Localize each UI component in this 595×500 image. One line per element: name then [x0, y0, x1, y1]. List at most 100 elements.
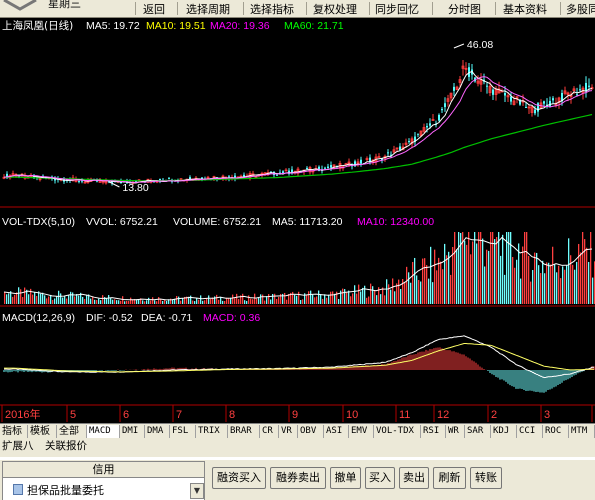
- tab-asi[interactable]: ASI: [324, 425, 349, 438]
- volume-bar: [482, 238, 484, 304]
- menu-select-period[interactable]: 选择周期: [186, 1, 230, 17]
- volume-bar: [458, 232, 460, 304]
- low-price-label: 13.80: [122, 182, 148, 194]
- tab-cr[interactable]: CR: [260, 425, 279, 438]
- volume-ma-line: [3, 236, 593, 301]
- transfer-button[interactable]: 转账: [470, 467, 502, 489]
- volume-bar: [192, 300, 194, 304]
- candle-body: [6, 173, 8, 177]
- volume-bar: [358, 284, 360, 304]
- menu-intraday[interactable]: 分时图: [448, 1, 481, 17]
- volume-bar: [422, 258, 424, 304]
- time-tick-label: 12: [437, 409, 449, 421]
- volume-bar: [6, 294, 8, 304]
- volume-bar: [202, 300, 204, 304]
- cancel-order-button[interactable]: 撤单: [330, 467, 361, 489]
- volume-bar: [102, 295, 104, 304]
- volume-bar: [44, 295, 46, 304]
- volume-bar: [440, 261, 442, 304]
- macd-panel-title: MACD(12,26,9): [2, 312, 75, 324]
- menu-price-adjust[interactable]: 复权处理: [313, 1, 357, 17]
- menu-multi-stock[interactable]: 多股同列: [566, 1, 595, 17]
- short-sell-button[interactable]: 融券卖出: [270, 467, 326, 489]
- volume-bar: [154, 300, 156, 304]
- menu-back[interactable]: 返回: [143, 1, 165, 17]
- menu-separator: [369, 2, 370, 15]
- tab-brar[interactable]: BRAR: [228, 425, 260, 438]
- margin-buy-button[interactable]: 融资买入: [212, 467, 266, 489]
- volume-bar: [298, 291, 300, 304]
- candle-body: [399, 146, 401, 151]
- volume-bar: [430, 246, 432, 304]
- volume-bar: [454, 232, 456, 304]
- tab-indicator[interactable]: 指标: [0, 425, 28, 438]
- tab-cci[interactable]: CCI: [517, 425, 543, 438]
- menu-select-indicator[interactable]: 选择指标: [250, 1, 294, 17]
- candle-body: [417, 133, 419, 135]
- sell-button[interactable]: 卖出: [399, 467, 429, 489]
- weekday-label: 星期三: [48, 0, 81, 10]
- volume-bar: [128, 300, 130, 304]
- volume-bar: [408, 272, 410, 304]
- credit-menu-item[interactable]: 担保品批量委托: [13, 482, 104, 498]
- volume-bar: [502, 234, 504, 304]
- tab-rsi[interactable]: RSI: [421, 425, 446, 438]
- tab-trix[interactable]: TRIX: [196, 425, 228, 438]
- tab-kdj[interactable]: KDJ: [491, 425, 517, 438]
- scroll-down-icon[interactable]: ▼: [190, 483, 204, 499]
- tab-dma[interactable]: DMA: [145, 425, 170, 438]
- tab-roc[interactable]: ROC: [543, 425, 569, 438]
- tab-vr[interactable]: VR: [279, 425, 298, 438]
- volume-bar: [516, 259, 518, 304]
- tab-extension-eight[interactable]: 扩展八: [2, 440, 34, 453]
- chart-area[interactable]: 上海凤凰(日线) MA5: 19.72 MA10: 19.51 MA20: 19…: [0, 18, 595, 423]
- volume-bar: [308, 291, 310, 304]
- volume-bar: [20, 289, 22, 304]
- volume-bar: [78, 295, 80, 304]
- volume-bar: [370, 283, 372, 304]
- tab-emv[interactable]: EMV: [349, 425, 374, 438]
- volume-bar: [484, 266, 486, 304]
- refresh-button[interactable]: 刷新: [433, 467, 466, 489]
- tab-template[interactable]: 模板: [28, 425, 57, 438]
- volume-bar: [470, 254, 472, 304]
- volume-bar: [166, 300, 168, 304]
- volume-bar: [148, 297, 150, 304]
- volume-bar: [498, 232, 500, 304]
- volume-bar: [190, 295, 192, 304]
- time-tick-label: 10: [346, 409, 358, 421]
- volume-bar: [566, 265, 568, 304]
- tab-fsl[interactable]: FSL: [170, 425, 196, 438]
- volume-bar: [576, 261, 578, 304]
- tab-vol-tdx[interactable]: VOL-TDX: [374, 425, 421, 438]
- tab-dmi[interactable]: DMI: [120, 425, 145, 438]
- volume-bar: [22, 297, 24, 304]
- volume-bar: [412, 262, 414, 304]
- volume-bar: [276, 298, 278, 304]
- tab-all[interactable]: 全部: [57, 425, 87, 438]
- tab-obv[interactable]: OBV: [298, 425, 324, 438]
- menu-separator: [495, 2, 496, 15]
- volume-bar: [382, 287, 384, 304]
- volume-legend-vvol: VVOL: 6752.21: [86, 216, 158, 228]
- tab-macd[interactable]: MACD: [87, 425, 120, 438]
- volume-bar: [42, 292, 44, 304]
- volume-bar: [532, 270, 534, 304]
- menu-separator: [560, 2, 561, 15]
- tab-related-quotes[interactable]: 关联报价: [45, 440, 87, 453]
- menu-basic-info[interactable]: 基本资料: [503, 1, 547, 17]
- macd-panel: MACD(12,26,9) DIF: -0.52 DEA: -0.71 MACD…: [2, 312, 595, 393]
- tab-sar[interactable]: SAR: [465, 425, 491, 438]
- buy-button[interactable]: 买入: [365, 467, 395, 489]
- volume-bar: [296, 295, 298, 304]
- volume-bar: [432, 282, 434, 304]
- volume-bar: [424, 258, 426, 304]
- volume-bar: [542, 260, 544, 304]
- volume-bar: [368, 296, 370, 304]
- menu-sync-replay[interactable]: 同步回忆: [375, 1, 419, 17]
- volume-bar: [130, 297, 132, 304]
- volume-bar: [414, 257, 416, 304]
- volume-bar: [312, 294, 314, 304]
- tab-wr[interactable]: WR: [446, 425, 465, 438]
- tab-mtm[interactable]: MTM: [569, 425, 595, 438]
